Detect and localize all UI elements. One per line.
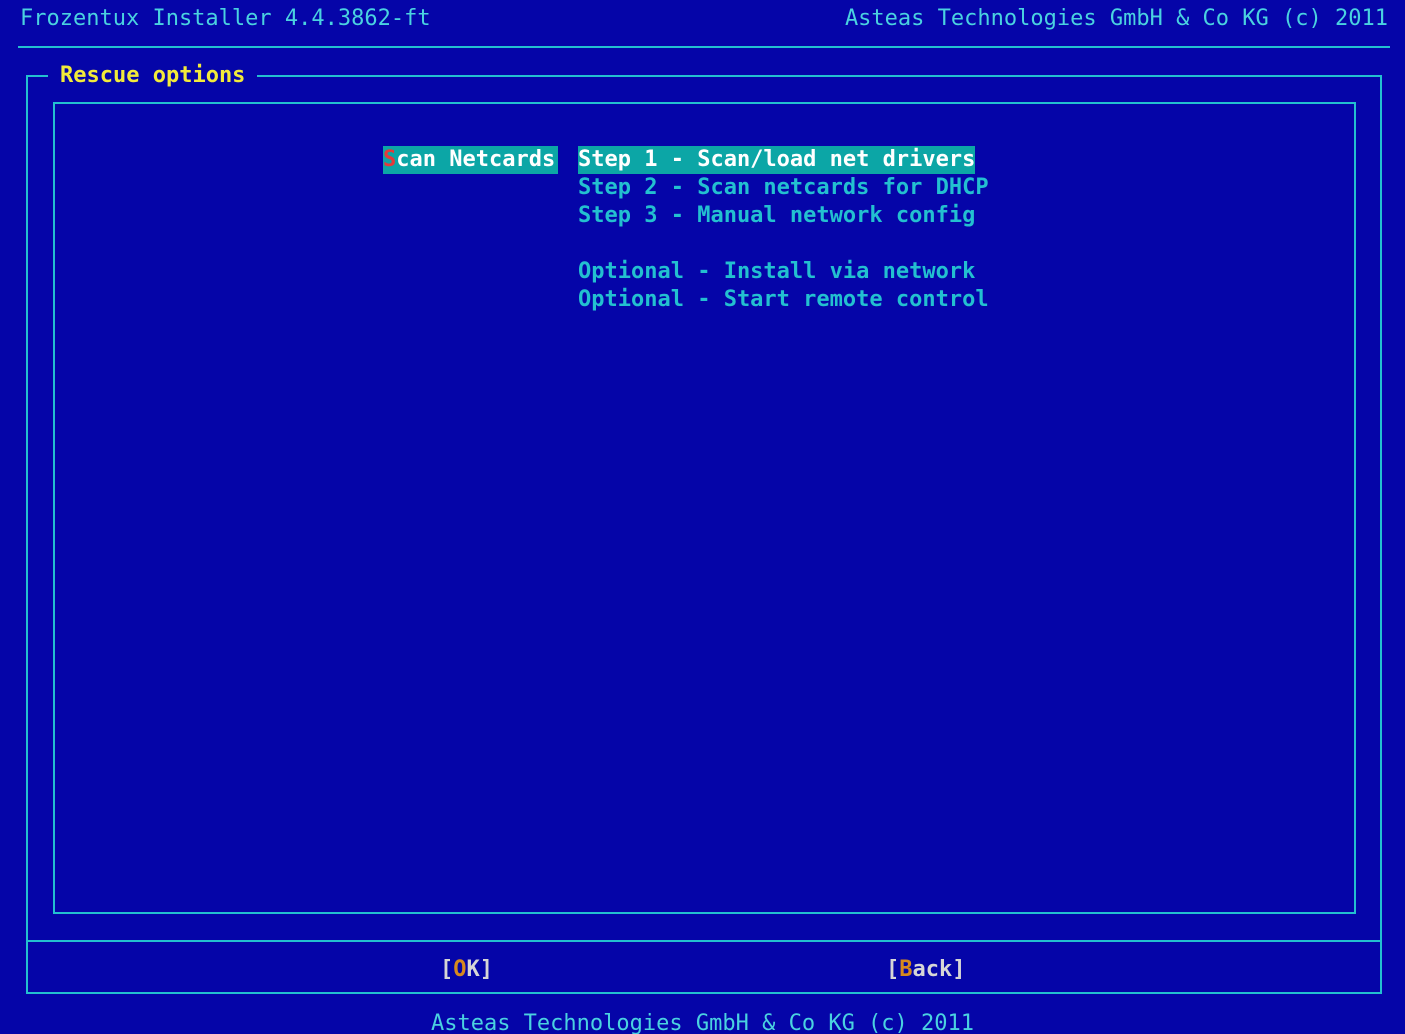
header-copyright: Asteas Technologies GmbH & Co KG (c) 201…	[844, 6, 1388, 31]
back-label-rest: ack	[912, 957, 953, 982]
back-bracket-close: ]	[952, 957, 966, 982]
ok-button[interactable]: [OK]	[440, 956, 493, 984]
menu-item-step-1[interactable]: Step 1 - Scan/load net drivers	[578, 146, 976, 174]
menu-label-hotkey: S	[383, 147, 397, 172]
header-divider	[18, 46, 1390, 48]
dialog-title: Rescue options	[48, 62, 258, 90]
button-bar-divider	[26, 940, 1382, 942]
menu-item-step-2[interactable]: Step 2 - Scan netcards for DHCP	[578, 174, 989, 202]
menu-item-install-via-network[interactable]: Optional - Install via network	[578, 258, 975, 286]
ok-bracket-open: [	[440, 957, 454, 982]
back-bracket-open: [	[886, 957, 900, 982]
ok-hotkey: O	[453, 957, 467, 982]
ok-bracket-close: ]	[479, 957, 493, 982]
back-button[interactable]: [Back]	[886, 956, 966, 984]
menu-label-scan-netcards: Scan Netcards	[383, 146, 559, 174]
menu-label-text: can Netcards	[396, 147, 556, 172]
ok-label-rest: K	[466, 957, 480, 982]
installer-title: Frozentux Installer 4.4.3862-ft	[20, 6, 431, 31]
menu-item-step-3[interactable]: Step 3 - Manual network config	[578, 202, 975, 230]
back-hotkey: B	[899, 957, 913, 982]
menu-item-start-remote-control[interactable]: Optional - Start remote control	[578, 286, 989, 314]
footer-copyright: Asteas Technologies GmbH & Co KG (c) 201…	[430, 1011, 975, 1034]
